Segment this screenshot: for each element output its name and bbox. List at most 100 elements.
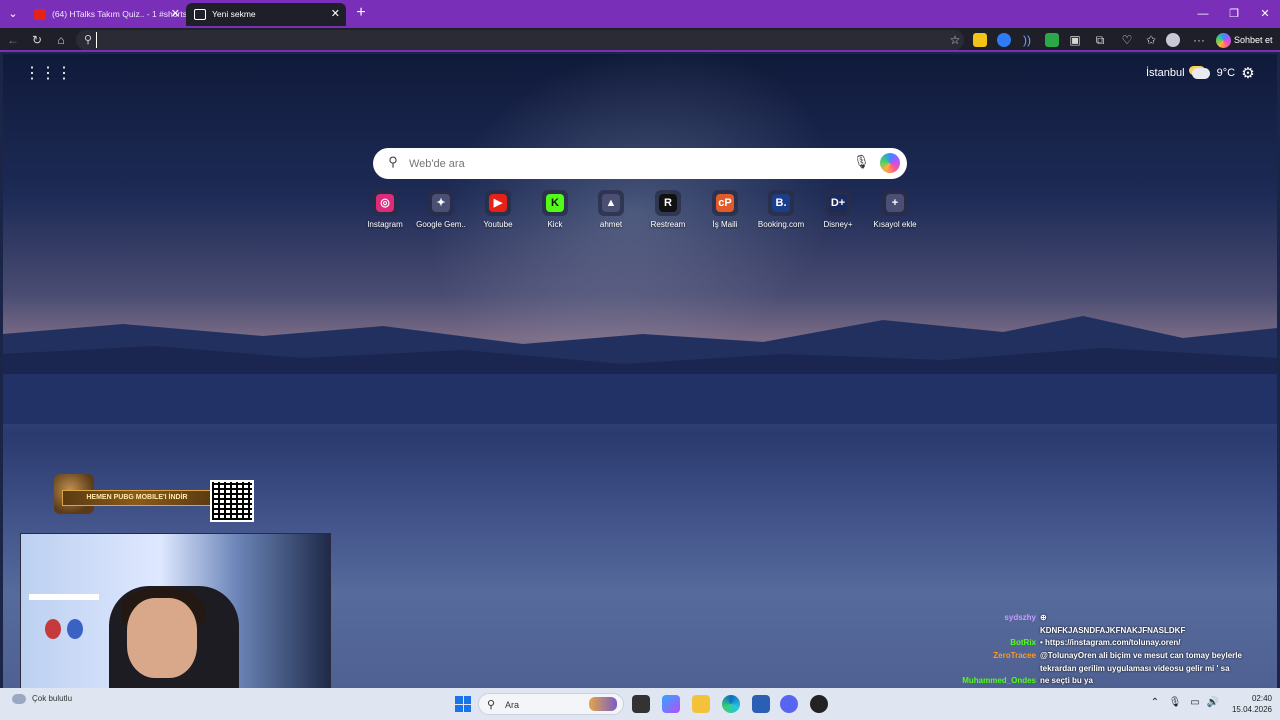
quick-link-label: Instagram xyxy=(367,220,403,229)
volume-icon[interactable]: 🔊 xyxy=(1206,696,1220,710)
address-input[interactable] xyxy=(96,32,936,48)
browser-essentials-icon[interactable]: ♡ xyxy=(1118,31,1136,49)
start-button[interactable] xyxy=(455,696,471,712)
file-explorer-icon[interactable] xyxy=(692,695,710,713)
windows-taskbar: Çok bulutlu ⚲ Ara ⌃ 🎙 ▭ 🔊 02:40 15.04.20… xyxy=(0,688,1280,720)
read-aloud-icon[interactable]: )) xyxy=(1018,31,1036,49)
quick-link-youtube[interactable]: ▶ Youtube xyxy=(470,190,526,232)
discord-icon[interactable] xyxy=(780,695,798,713)
restore-button[interactable]: ❐ xyxy=(1223,5,1245,23)
chat-text: tekrardan gerilim uygulaması videosu gel… xyxy=(1040,663,1230,673)
web-search-input[interactable] xyxy=(409,154,839,173)
new-tab-button[interactable]: + xyxy=(352,4,370,22)
quick-link-restream[interactable]: R Restream xyxy=(640,190,696,232)
chat-message: tekrardan gerilim uygulaması videosu gel… xyxy=(960,663,1280,676)
quick-link-label: Google Gem.. xyxy=(416,220,466,229)
search-icon: ⚲ xyxy=(83,34,93,46)
decor-mask xyxy=(67,619,83,639)
quick-link-tile: B. xyxy=(768,190,794,216)
tab-title: (64) HTalks Takım Quiz.. - 1 #shorts xyxy=(52,9,186,19)
quick-link-google-gem[interactable]: ✦ Google Gem.. xyxy=(413,190,469,232)
minimize-button[interactable]: — xyxy=(1192,5,1214,23)
chat-message: KDNFKJASNDFAJKFNAKJFNASLDKF xyxy=(960,625,1280,638)
copilot-icon[interactable] xyxy=(880,153,900,173)
mail-icon: cP xyxy=(716,194,734,212)
store-icon[interactable] xyxy=(752,695,770,713)
extension-blue-icon[interactable] xyxy=(997,33,1011,47)
edge-browser-icon[interactable] xyxy=(722,695,740,713)
taskbar-weather[interactable]: Çok bulutlu xyxy=(12,694,72,704)
home-button[interactable]: ⌂ xyxy=(52,31,70,49)
extension-notes-icon[interactable] xyxy=(973,33,987,47)
close-tab-icon[interactable]: ✕ xyxy=(171,3,180,26)
chat-text: @TolunayOren ali biçim ve mesut can toma… xyxy=(1040,651,1242,661)
taskbar-search[interactable]: ⚲ Ara xyxy=(478,693,624,715)
gemini-icon: ✦ xyxy=(432,194,450,212)
favorites-icon[interactable]: ✩ xyxy=(1142,31,1160,49)
tray-overflow-icon[interactable]: ⌃ xyxy=(1148,696,1162,710)
quick-link-tile: ✦ xyxy=(428,190,454,216)
chat-message: BotRix • https://instagram.com/tolunay.or… xyxy=(960,637,1280,650)
quick-link-label: Disney+ xyxy=(823,220,853,229)
quick-link-disney[interactable]: D+ Disney+ xyxy=(810,190,866,232)
chat-username: ZeroTracee xyxy=(993,651,1036,661)
extensions-icon[interactable]: ⧉ xyxy=(1091,31,1109,49)
quick-link-kick[interactable]: K Kick xyxy=(527,190,583,232)
copilot-chat-label: Sohbet et xyxy=(1234,35,1273,45)
quick-link-ahmet[interactable]: ▲ ahmet xyxy=(583,190,639,232)
quick-link-i-ş-maili[interactable]: cP İş Maili xyxy=(697,190,753,232)
chat-username: Muhammed_Ondes xyxy=(962,676,1036,686)
tab-youtube[interactable]: (64) HTalks Takım Quiz.. - 1 #shorts ✕ xyxy=(26,3,186,26)
refresh-button[interactable]: ↻ xyxy=(28,31,46,49)
quick-link-instagram[interactable]: ◎ Instagram xyxy=(357,190,413,232)
tab-actions-menu-icon[interactable]: ⌄ xyxy=(4,5,22,23)
system-clock[interactable]: 02:40 15.04.2026 xyxy=(1226,693,1272,715)
qr-code xyxy=(210,480,254,522)
quick-link-label: Kick xyxy=(547,220,563,229)
decor-mask xyxy=(45,619,61,639)
tab-title: Yeni sekme xyxy=(212,9,256,19)
microphone-tray-icon[interactable]: 🎙 xyxy=(1168,696,1182,710)
quick-link-tile: ▶ xyxy=(485,190,511,216)
app-launcher-icon[interactable]: ⋮⋮⋮ xyxy=(24,66,72,82)
microphone-icon[interactable]: 🎙 xyxy=(853,154,870,172)
youtube-icon: ▶ xyxy=(489,194,507,212)
settings-gear-icon[interactable]: ⚙ xyxy=(1240,66,1256,82)
search-icon: ⚲ xyxy=(388,154,398,169)
network-icon[interactable]: ▭ xyxy=(1188,696,1202,710)
close-window-button[interactable]: ✕ xyxy=(1254,5,1276,23)
quick-link-label: Booking.com xyxy=(757,220,805,229)
copilot-chat-button[interactable]: Sohbet et xyxy=(1214,30,1276,50)
weather-widget[interactable]: İstanbul 9°C xyxy=(1146,67,1235,79)
more-menu-icon[interactable]: ··· xyxy=(1190,31,1208,49)
quick-link-booking-com[interactable]: B. Booking.com xyxy=(753,190,809,232)
copilot-app-icon[interactable] xyxy=(662,695,680,713)
clock-date: 15.04.2026 xyxy=(1231,705,1272,714)
quick-link-tile: K xyxy=(542,190,568,216)
favorite-star-icon[interactable]: ☆ xyxy=(946,31,964,49)
extension-green-icon[interactable] xyxy=(1045,33,1059,47)
tab-new-tab[interactable]: Yeni sekme ✕ xyxy=(186,3,346,26)
profile-avatar[interactable] xyxy=(1166,33,1180,47)
weather-city: İstanbul xyxy=(1146,67,1185,79)
taskbar-weather-text: Çok bulutlu xyxy=(32,694,73,704)
taskbar-search-label: Ara xyxy=(505,700,520,710)
close-tab-icon[interactable]: ✕ xyxy=(331,3,340,26)
streamer-webcam xyxy=(20,533,331,705)
address-bar[interactable]: ⚲ ☆ xyxy=(76,30,964,50)
chat-text: ⊕ xyxy=(1040,613,1047,622)
quick-link-kısayol-ekle[interactable]: + Kısayol ekle xyxy=(867,190,923,232)
google-drive-icon: ▲ xyxy=(602,194,620,212)
quick-link-label: Youtube xyxy=(483,220,513,229)
obs-icon[interactable] xyxy=(810,695,828,713)
quick-link-tile: cP xyxy=(712,190,738,216)
task-view-icon[interactable] xyxy=(632,695,650,713)
web-search-box[interactable]: ⚲ 🎙 xyxy=(373,148,907,179)
browser-toolbar: ← ↻ ⌂ ⚲ ☆ )) ▣ ⧉ ♡ ✩ ··· Sohbet et xyxy=(0,28,1280,52)
quick-link-tile: + xyxy=(882,190,908,216)
quick-link-label: Kısayol ekle xyxy=(873,220,917,229)
screenshot-icon[interactable]: ▣ xyxy=(1066,31,1084,49)
back-button[interactable]: ← xyxy=(4,31,22,49)
chat-username: BotRix xyxy=(1010,638,1036,648)
youtube-icon xyxy=(34,9,46,20)
